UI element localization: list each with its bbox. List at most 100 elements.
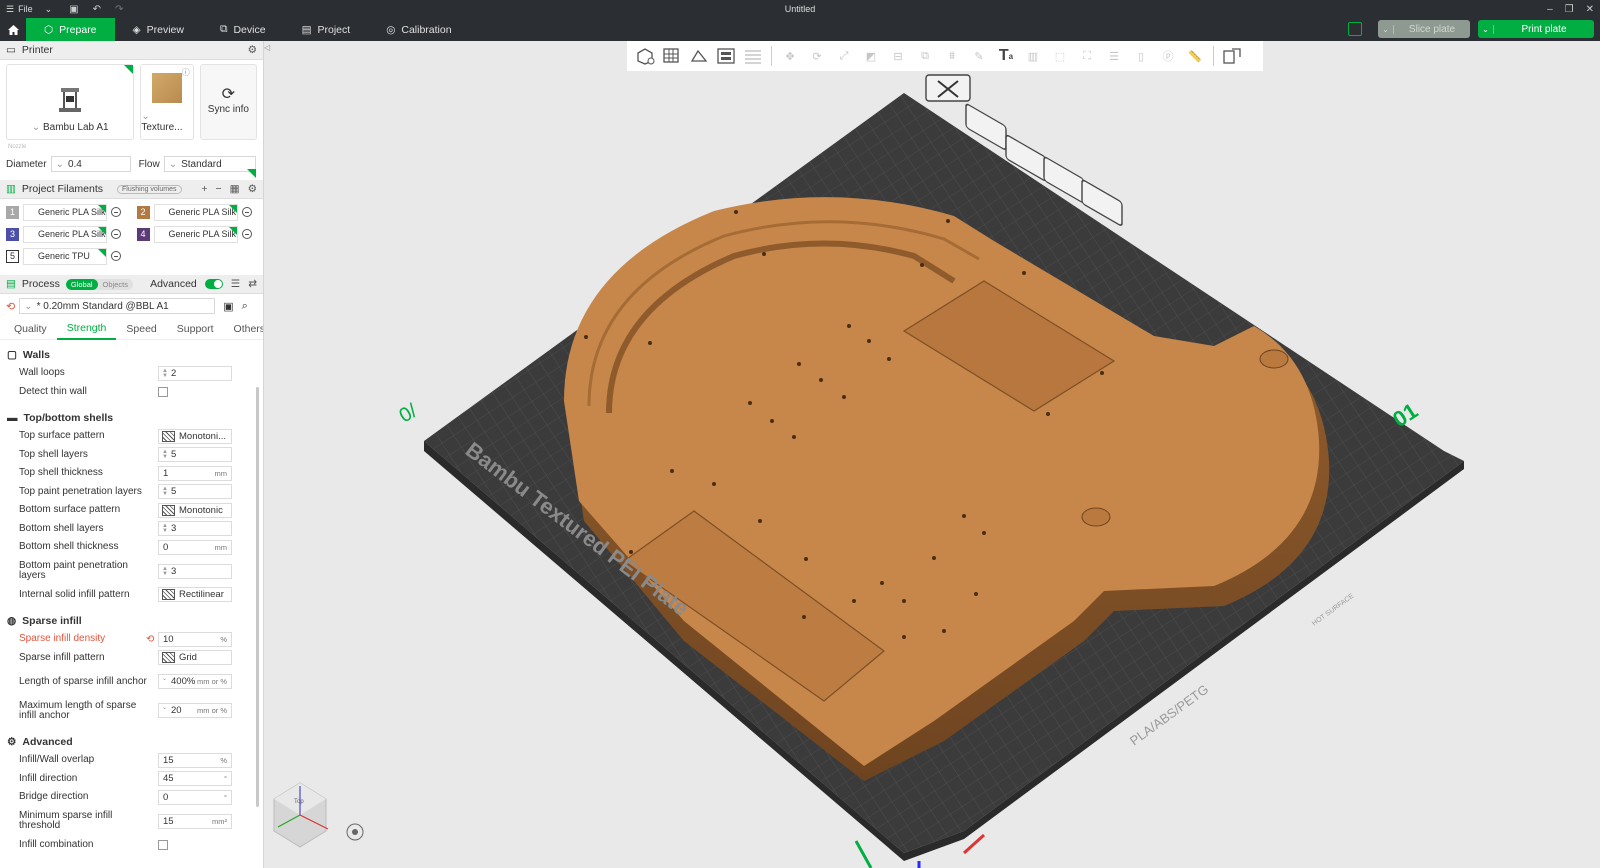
print-plate-button[interactable]: ⌄ Print plate xyxy=(1478,20,1594,38)
filament-item[interactable]: 4 Generic PLA Silk xyxy=(136,225,258,243)
close-icon[interactable]: ✕ xyxy=(1586,4,1594,15)
chevron-down-icon[interactable]: ⌄ xyxy=(37,4,61,15)
file-menu[interactable]: File xyxy=(18,4,33,14)
plate-overview-icon[interactable] xyxy=(1348,22,1362,36)
slice-plate-button[interactable]: ⌄ Slice plate xyxy=(1378,20,1470,38)
bottom-shell-layers-input[interactable]: ▲ ▼ 3 xyxy=(158,521,232,537)
filament-select[interactable]: Generic TPU xyxy=(23,247,107,265)
info-icon[interactable]: ⓘ xyxy=(182,67,190,78)
plate-select[interactable]: ⓘ ⌄ Texture... xyxy=(140,64,194,140)
global-objects-toggle[interactable]: Global Objects xyxy=(65,278,133,290)
sparse-infill-density-input[interactable]: 10% xyxy=(158,631,232,647)
top-shell-thickness-input[interactable]: 1 mm xyxy=(158,465,232,481)
infill-direction-input[interactable]: 45 ° xyxy=(158,771,232,787)
tab-others[interactable]: Others xyxy=(224,318,263,340)
tab-quality[interactable]: Quality xyxy=(4,318,57,340)
svg-icon[interactable]: ▥ xyxy=(1021,45,1045,67)
toggle-global[interactable]: Global xyxy=(65,278,98,290)
filament-item[interactable]: 3 Generic PLA Silk xyxy=(6,225,127,243)
tab-prepare[interactable]: ⬡ Prepare xyxy=(26,18,115,41)
variable-layer-icon[interactable]: ☰ xyxy=(1102,45,1126,67)
min-sparse-infill-input[interactable]: 15 mm² xyxy=(158,813,232,829)
detect-thin-wall-checkbox[interactable] xyxy=(158,386,168,397)
ruler-icon[interactable]: 📏 xyxy=(1183,45,1207,67)
restore-icon[interactable]: ❐ xyxy=(1565,4,1574,15)
diameter-select[interactable]: ⌄ 0.4 xyxy=(50,156,131,172)
wall-loops-input[interactable]: ▲ ▼ 2 xyxy=(158,365,232,381)
flushing-volumes-button[interactable]: Flushing volumes xyxy=(117,184,182,194)
top-surface-pattern-select[interactable]: Monotoni... xyxy=(158,428,232,444)
undo-icon[interactable]: ↶ xyxy=(88,4,106,15)
paint-icon[interactable]: ⓟ xyxy=(1156,45,1180,67)
view-cube[interactable]: Top xyxy=(273,782,329,848)
redo-icon[interactable]: ↷ xyxy=(110,4,128,15)
remove-filament-icon[interactable] xyxy=(241,229,252,239)
remove-filament-icon[interactable] xyxy=(241,207,252,217)
remove-filament-icon[interactable] xyxy=(111,251,121,261)
top-shell-layers-input[interactable]: ▲ ▼ 5 xyxy=(158,447,232,463)
filament-item[interactable]: 5 Generic TPU xyxy=(6,247,127,265)
filament-select[interactable]: Generic PLA Silk xyxy=(153,203,238,221)
settings-icon[interactable]: ⚙ xyxy=(248,183,257,195)
sync-info-button[interactable]: ⟳ Sync info xyxy=(199,64,257,140)
lay-on-face-icon[interactable]: ◩ xyxy=(859,45,883,67)
rotate-icon[interactable]: ⟳ xyxy=(805,45,829,67)
gear-icon[interactable]: ⚙ xyxy=(248,44,257,56)
chevron-down-icon[interactable]: ⌄ xyxy=(1378,24,1394,34)
sync-ams-icon[interactable]: ▦ xyxy=(230,183,240,195)
tab-speed[interactable]: Speed xyxy=(116,318,166,340)
menu-icon[interactable]: ☰ xyxy=(6,4,14,15)
layers-split-icon[interactable] xyxy=(741,45,765,67)
bridge-direction-input[interactable]: 0 ° xyxy=(158,789,232,805)
3d-viewport[interactable]: Bambu Textured PEI Plate 01 PLA/ABS/PETG… xyxy=(264,41,1600,868)
bottom-paint-penetration-input[interactable]: ▲ ▼ 3 xyxy=(158,563,232,579)
home-icon[interactable] xyxy=(0,18,26,41)
remove-icon[interactable]: − xyxy=(216,183,222,195)
boolean-icon[interactable]: ⧉ xyxy=(913,45,937,67)
infill-combination-checkbox[interactable] xyxy=(158,839,168,850)
fuzzy-skin-icon[interactable]: ▯ xyxy=(1129,45,1153,67)
preset-select[interactable]: ⌄ * 0.20mm Standard @BBL A1 xyxy=(19,298,216,314)
add-icon[interactable]: + xyxy=(201,183,207,195)
compare-icon[interactable]: ⇄ xyxy=(248,278,257,290)
bottom-surface-pattern-select[interactable]: Monotonic xyxy=(158,502,232,518)
text-icon[interactable]: Ta xyxy=(994,45,1018,67)
scale-icon[interactable]: ⤢ xyxy=(832,45,856,67)
arrange-icon[interactable] xyxy=(714,45,738,67)
save-icon[interactable]: ▣ xyxy=(64,4,83,15)
filament-item[interactable]: 1 Generic PLA Silk xyxy=(6,203,127,221)
add-model-icon[interactable] xyxy=(633,45,657,67)
auto-orient-icon[interactable] xyxy=(687,45,711,67)
support-paint-icon[interactable]: ⩩ xyxy=(940,45,964,67)
tab-calibration[interactable]: ◎ Calibration xyxy=(368,18,469,41)
filament-select[interactable]: Generic PLA Silk xyxy=(23,225,107,243)
cut-icon[interactable]: ⊟ xyxy=(886,45,910,67)
filament-select[interactable]: Generic PLA Silk xyxy=(153,225,238,243)
settings-scrollbar[interactable] xyxy=(256,387,259,807)
sparse-infill-pattern-select[interactable]: Grid xyxy=(158,650,232,666)
max-infill-anchor-input[interactable]: ⌄ 20 mm or % xyxy=(158,703,232,718)
remove-filament-icon[interactable] xyxy=(111,229,121,239)
move-icon[interactable]: ✥ xyxy=(778,45,802,67)
collapse-sidebar-icon[interactable]: ◁ xyxy=(264,43,274,53)
flow-select[interactable]: ⌄ Standard xyxy=(163,156,256,172)
reset-icon[interactable]: ⟲ xyxy=(146,634,154,645)
toggle-objects[interactable]: Objects xyxy=(98,279,133,290)
assembly-icon[interactable]: ⛶ xyxy=(1075,45,1099,67)
remove-filament-icon[interactable] xyxy=(111,207,121,217)
assembly-view-icon[interactable] xyxy=(1220,45,1244,67)
save-preset-icon[interactable]: ▣ xyxy=(223,300,233,313)
minimize-icon[interactable]: – xyxy=(1547,4,1553,15)
top-paint-penetration-input[interactable]: ▲ ▼ 5 xyxy=(158,484,232,500)
printer-select[interactable]: ⌄ Bambu Lab A1 xyxy=(6,64,135,140)
filament-select[interactable]: Generic PLA Silk xyxy=(23,203,107,221)
reset-icon[interactable]: ⟲ xyxy=(6,300,15,313)
tab-preview[interactable]: ◈ Preview xyxy=(115,18,202,41)
tab-support[interactable]: Support xyxy=(167,318,224,340)
build-plate-scene[interactable]: Bambu Textured PEI Plate 01 PLA/ABS/PETG… xyxy=(264,41,1600,868)
advanced-switch[interactable] xyxy=(204,279,223,289)
tab-strength[interactable]: Strength xyxy=(56,318,117,340)
tab-device[interactable]: ⧉ Device xyxy=(202,18,284,41)
bottom-shell-thickness-input[interactable]: 0 mm xyxy=(158,539,232,555)
chevron-down-icon[interactable]: ⌄ xyxy=(1478,24,1494,34)
